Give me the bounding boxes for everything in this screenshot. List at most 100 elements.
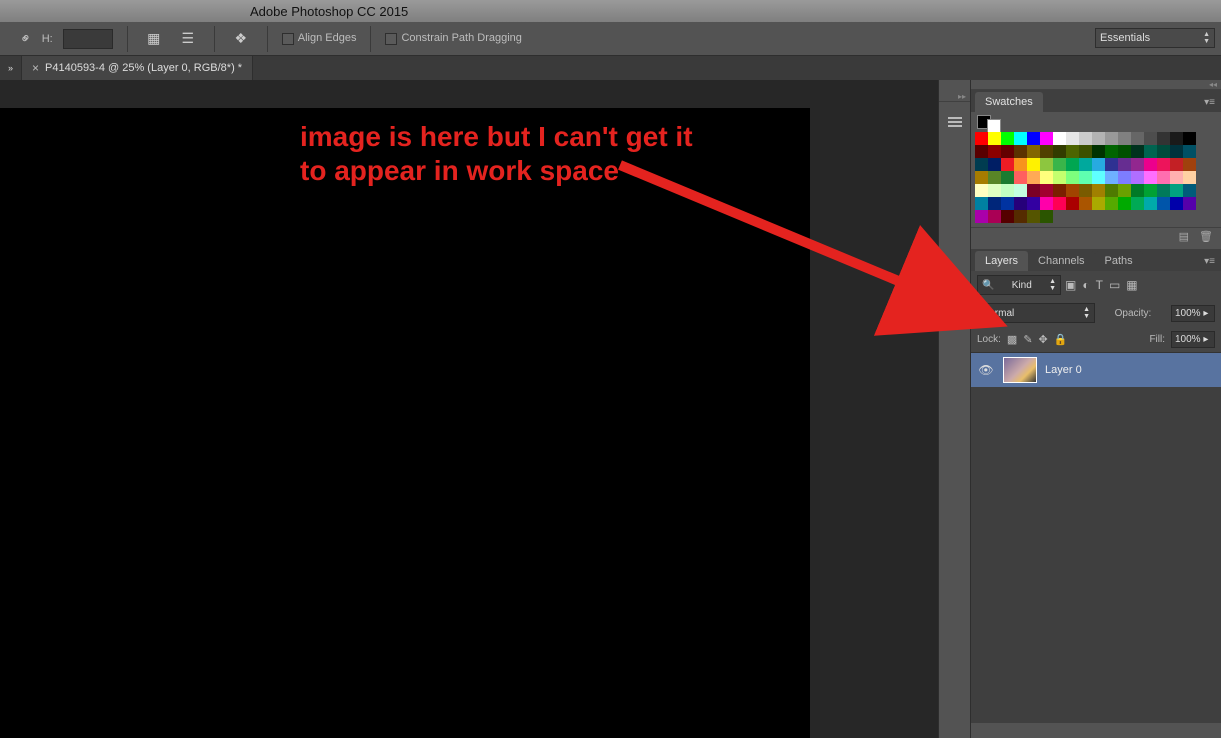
swatch-cell[interactable]: [1040, 197, 1053, 210]
swatch-cell[interactable]: [1092, 132, 1105, 145]
swatch-cell[interactable]: [988, 210, 1001, 223]
swatch-cell[interactable]: [1118, 197, 1131, 210]
expand-tab-icon[interactable]: »: [0, 56, 22, 80]
swatch-cell[interactable]: [1131, 171, 1144, 184]
swatch-cell[interactable]: [1001, 132, 1014, 145]
swatch-cell[interactable]: [1014, 197, 1027, 210]
align-center-icon[interactable]: ☰: [176, 27, 200, 51]
swatch-cell[interactable]: [1001, 171, 1014, 184]
swatch-cell[interactable]: [1014, 184, 1027, 197]
swatch-cell[interactable]: [1170, 171, 1183, 184]
swatch-cell[interactable]: [1183, 184, 1196, 197]
swatch-cell[interactable]: [975, 184, 988, 197]
swatch-cell[interactable]: [1170, 197, 1183, 210]
tab-swatches[interactable]: Swatches: [975, 92, 1043, 112]
swatch-cell[interactable]: [1144, 184, 1157, 197]
layer-list[interactable]: 👁 Layer 0: [971, 353, 1221, 723]
filter-pixel-icon[interactable]: ▣: [1065, 278, 1076, 292]
swatch-cell[interactable]: [1053, 171, 1066, 184]
layer-thumbnail[interactable]: [1003, 357, 1037, 383]
close-icon[interactable]: ×: [32, 61, 39, 75]
swatch-cell[interactable]: [1092, 184, 1105, 197]
swatch-cell[interactable]: [1053, 158, 1066, 171]
tab-channels[interactable]: Channels: [1028, 251, 1094, 271]
swatch-cell[interactable]: [1144, 145, 1157, 158]
swatch-cell[interactable]: [1118, 158, 1131, 171]
swatch-cell[interactable]: [1105, 132, 1118, 145]
swatch-cell[interactable]: [975, 145, 988, 158]
swatch-cell[interactable]: [1053, 184, 1066, 197]
swatch-cell[interactable]: [1118, 145, 1131, 158]
filter-type-icon[interactable]: T: [1096, 278, 1103, 292]
swatch-cell[interactable]: [1027, 171, 1040, 184]
swatch-cell[interactable]: [1157, 197, 1170, 210]
swatch-cell[interactable]: [1027, 132, 1040, 145]
history-panel-icon[interactable]: [943, 110, 967, 134]
panel-menu-icon[interactable]: ▾≡: [1198, 252, 1221, 271]
new-swatch-icon[interactable]: ▤: [1179, 230, 1189, 245]
swatch-cell[interactable]: [1183, 171, 1196, 184]
swatch-cell[interactable]: [1079, 132, 1092, 145]
swatch-cell[interactable]: [988, 145, 1001, 158]
swatch-cell[interactable]: [1157, 145, 1170, 158]
blend-mode-dropdown[interactable]: Normal▲▼: [977, 303, 1095, 323]
swatch-cell[interactable]: [1014, 132, 1027, 145]
align-left-icon[interactable]: ▦: [142, 27, 166, 51]
swatch-cell[interactable]: [1131, 132, 1144, 145]
layer-name-label[interactable]: Layer 0: [1045, 364, 1082, 376]
swatch-cell[interactable]: [1131, 158, 1144, 171]
background-swatch[interactable]: [987, 119, 1001, 133]
swatch-cell[interactable]: [1066, 145, 1079, 158]
lock-all-icon[interactable]: 🔒: [1054, 333, 1068, 346]
swatch-grid[interactable]: [971, 132, 1203, 227]
workspace-selector[interactable]: Essentials ▲▼: [1095, 28, 1215, 48]
visibility-eye-icon[interactable]: 👁: [977, 363, 995, 377]
swatch-cell[interactable]: [1040, 132, 1053, 145]
swatch-cell[interactable]: [975, 158, 988, 171]
swatch-cell[interactable]: [1079, 197, 1092, 210]
swatch-cell[interactable]: [1066, 132, 1079, 145]
swatch-cell[interactable]: [1053, 145, 1066, 158]
filter-smart-icon[interactable]: ▦: [1126, 278, 1137, 292]
delete-swatch-icon[interactable]: 🗑: [1199, 230, 1213, 245]
swatch-cell[interactable]: [1144, 171, 1157, 184]
swatch-cell[interactable]: [1131, 145, 1144, 158]
document-canvas[interactable]: [0, 108, 810, 738]
swatch-cell[interactable]: [1183, 197, 1196, 210]
swatch-cell[interactable]: [1079, 171, 1092, 184]
swatch-cell[interactable]: [1183, 158, 1196, 171]
swatch-cell[interactable]: [1027, 158, 1040, 171]
swatch-cell[interactable]: [1027, 197, 1040, 210]
swatch-cell[interactable]: [1079, 145, 1092, 158]
panel-menu-icon[interactable]: ▾≡: [1198, 93, 1221, 112]
swatch-cell[interactable]: [1157, 171, 1170, 184]
swatch-cell[interactable]: [1027, 210, 1040, 223]
swatch-cell[interactable]: [1014, 145, 1027, 158]
swatch-cell[interactable]: [1105, 145, 1118, 158]
swatch-cell[interactable]: [1170, 158, 1183, 171]
swatch-cell[interactable]: [1053, 132, 1066, 145]
filter-kind-dropdown[interactable]: 🔍Kind▲▼: [977, 275, 1061, 295]
swatch-cell[interactable]: [1183, 145, 1196, 158]
arrange-icon[interactable]: ❖: [229, 27, 253, 51]
swatch-cell[interactable]: [1066, 197, 1079, 210]
swatch-cell[interactable]: [988, 171, 1001, 184]
panel-grip[interactable]: ◂◂: [971, 80, 1221, 90]
swatch-cell[interactable]: [1131, 184, 1144, 197]
swatch-cell[interactable]: [1157, 132, 1170, 145]
swatch-cell[interactable]: [1066, 184, 1079, 197]
swatch-cell[interactable]: [1014, 158, 1027, 171]
swatch-cell[interactable]: [1105, 158, 1118, 171]
swatch-cell[interactable]: [975, 210, 988, 223]
swatch-cell[interactable]: [988, 197, 1001, 210]
swatch-cell[interactable]: [1053, 197, 1066, 210]
swatch-cell[interactable]: [1105, 197, 1118, 210]
swatch-cell[interactable]: [1001, 158, 1014, 171]
swatch-cell[interactable]: [1092, 158, 1105, 171]
swatch-cell[interactable]: [988, 132, 1001, 145]
swatch-cell[interactable]: [1144, 158, 1157, 171]
swatch-cell[interactable]: [1118, 184, 1131, 197]
swatch-cell[interactable]: [1157, 184, 1170, 197]
swatch-cell[interactable]: [1118, 132, 1131, 145]
swatch-cell[interactable]: [1001, 210, 1014, 223]
